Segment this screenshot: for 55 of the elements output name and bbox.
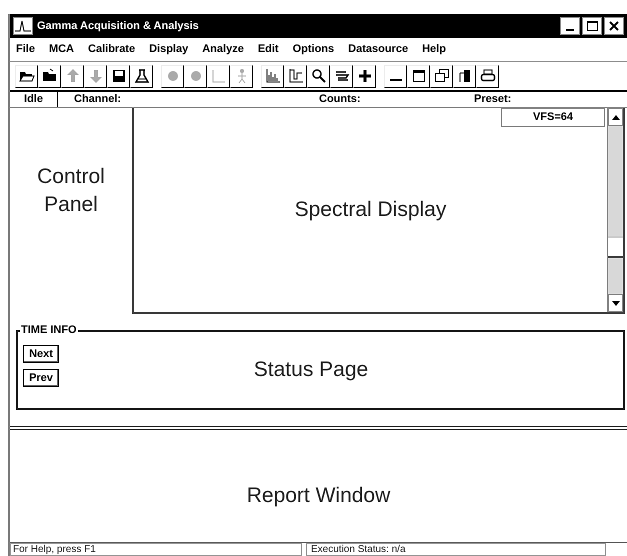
menu-item[interactable]: Options	[292, 41, 334, 58]
toolbar-button[interactable]	[430, 64, 453, 88]
menu-item[interactable]: Help	[422, 41, 446, 58]
toolbar-button[interactable]	[284, 64, 307, 88]
toolbar-button[interactable]	[307, 64, 330, 88]
scrollbar-thumb[interactable]	[608, 236, 623, 258]
flask-icon	[132, 67, 150, 85]
preset-label: Preset:	[474, 92, 512, 108]
window-title: Gamma Acquisition & Analysis	[37, 18, 199, 34]
zoom-icon	[310, 67, 328, 85]
close-icon	[609, 21, 619, 31]
counts-label: Counts:	[319, 92, 362, 108]
close-button[interactable]	[604, 17, 624, 35]
menu-item[interactable]: Calibrate	[88, 41, 136, 58]
status-text: Idle	[10, 92, 58, 107]
channel-label: Channel:	[74, 92, 122, 108]
menu-item[interactable]: Edit	[258, 41, 279, 58]
help-hint: For Help, press F1	[10, 543, 302, 556]
toolbar-button[interactable]	[384, 64, 407, 88]
toolbar-button[interactable]	[130, 64, 153, 88]
maximize-button[interactable]	[582, 17, 602, 35]
nav-button[interactable]: Next	[23, 345, 59, 363]
nav-button[interactable]: Prev	[23, 369, 59, 387]
toolbar-button[interactable]	[107, 64, 130, 88]
toolbar-button[interactable]	[330, 64, 353, 88]
scroll-down-button[interactable]	[608, 294, 623, 312]
vfs-readout: VFS=64	[501, 108, 605, 127]
toolbar-button[interactable]	[15, 64, 38, 88]
control-panel-label: Control Panel	[36, 164, 106, 218]
menu-item[interactable]: MCA	[48, 41, 74, 58]
toolbar-button[interactable]	[476, 64, 499, 88]
toolbar-button[interactable]	[453, 64, 476, 88]
menu-item[interactable]: Display	[149, 41, 188, 58]
execution-status: Execution Status: n/a	[306, 543, 606, 556]
minimize-button[interactable]	[560, 17, 580, 35]
step-plot-icon	[286, 67, 304, 85]
scroll-up-button[interactable]	[608, 108, 623, 126]
toolbar-button[interactable]	[407, 64, 430, 88]
app-icon	[13, 17, 33, 35]
windows-icon	[432, 67, 450, 85]
histogram-icon	[264, 67, 282, 85]
toolbar-button[interactable]	[261, 64, 284, 88]
menu-item[interactable]: Analyze	[202, 41, 244, 58]
menu-item[interactable]: Datasource	[348, 41, 408, 58]
status-page-label: Status Page	[254, 357, 368, 384]
up-arrow-icon	[612, 114, 620, 120]
menu-item[interactable]: File	[16, 41, 35, 58]
axis-icon	[210, 67, 228, 85]
report-window-label: Report Window	[246, 483, 390, 510]
spectral-display-label: Spectral Display	[294, 197, 446, 224]
toolbar-button[interactable]	[353, 64, 376, 88]
minimize-icon	[390, 79, 402, 81]
scrollbar[interactable]	[607, 108, 623, 312]
toolbar-button[interactable]	[38, 64, 61, 88]
down-arrow-icon	[612, 300, 620, 306]
